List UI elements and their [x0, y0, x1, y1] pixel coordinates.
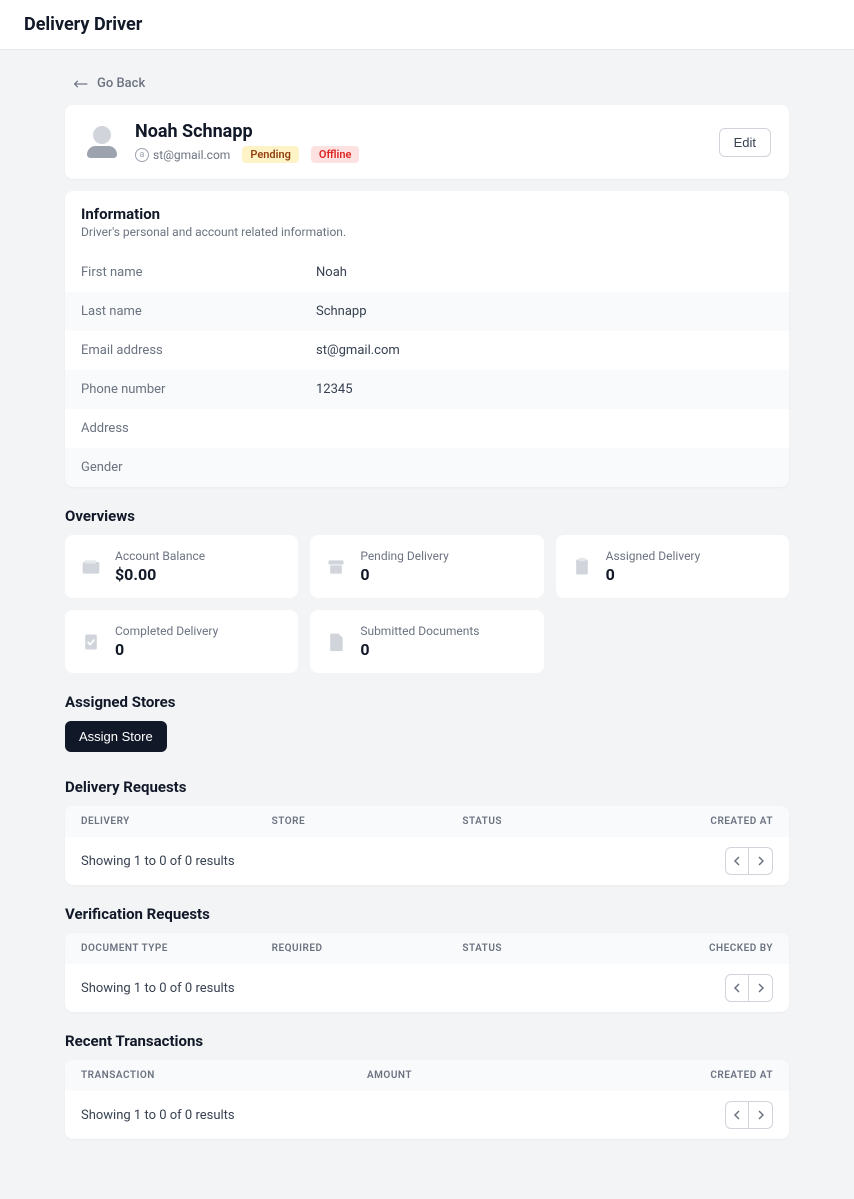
info-title: Information: [81, 205, 773, 223]
next-page-button[interactable]: [749, 847, 773, 875]
avatar: [83, 123, 121, 161]
table-column-header: DELIVERY: [81, 816, 272, 827]
assigned-stores-title: Assigned Stores: [65, 693, 789, 711]
chevron-right-icon: [757, 983, 765, 993]
profile-card: Noah Schnapp a st@gmail.com Pending Offl…: [65, 105, 789, 179]
overview-tile-label: Assigned Delivery: [606, 549, 701, 563]
info-row-value: Schnapp: [316, 304, 367, 319]
information-card: Information Driver's personal and accoun…: [65, 191, 789, 487]
overview-tile-label: Submitted Documents: [360, 624, 479, 638]
chevron-left-icon: [733, 856, 741, 866]
page-title: Delivery Driver: [24, 14, 830, 35]
recent-transactions-title: Recent Transactions: [65, 1032, 789, 1050]
info-row-label: Email address: [81, 343, 316, 358]
recent-transactions-pager: [725, 1101, 773, 1129]
overview-tile: Account Balance $0.00: [65, 535, 298, 598]
table-column-header: STATUS: [462, 816, 653, 827]
overview-tile-value: 0: [360, 640, 479, 659]
prev-page-button[interactable]: [725, 1101, 749, 1129]
clipboard-icon: [570, 555, 594, 579]
overview-tile: Submitted Documents 0: [310, 610, 543, 673]
table-column-header: DOCUMENT TYPE: [81, 943, 272, 954]
info-row-value: 12345: [316, 382, 353, 397]
delivery-requests-title: Delivery Requests: [65, 778, 789, 796]
overviews-title: Overviews: [65, 507, 789, 525]
chevron-right-icon: [757, 1110, 765, 1120]
verification-requests-showing: Showing 1 to 0 of 0 results: [81, 981, 235, 996]
at-icon: a: [135, 148, 149, 162]
next-page-button[interactable]: [749, 1101, 773, 1129]
table-column-header: CREATED AT: [653, 1070, 773, 1081]
prev-page-button[interactable]: [725, 974, 749, 1002]
document-icon: [324, 630, 348, 654]
verification-requests-table: DOCUMENT TYPEREQUIREDSTATUSCHECKED BY Sh…: [65, 933, 789, 1012]
overview-grid: Account Balance$0.00Pending Delivery0Ass…: [65, 535, 789, 673]
info-row-label: First name: [81, 265, 316, 280]
info-row-label: Last name: [81, 304, 316, 319]
info-row-value: Noah: [316, 265, 347, 280]
overview-tile-value: 0: [360, 565, 449, 584]
info-row-label: Phone number: [81, 382, 316, 397]
info-row: Email addressst@gmail.com: [65, 331, 789, 370]
info-row-label: Address: [81, 421, 316, 436]
overview-tile-label: Completed Delivery: [115, 624, 218, 638]
delivery-requests-showing: Showing 1 to 0 of 0 results: [81, 854, 235, 869]
info-row: Gender: [65, 448, 789, 487]
info-row: Address: [65, 409, 789, 448]
profile-email: st@gmail.com: [153, 148, 230, 162]
verification-requests-pager: [725, 974, 773, 1002]
profile-name: Noah Schnapp: [135, 121, 705, 142]
chevron-left-icon: [733, 1110, 741, 1120]
go-back-button[interactable]: Go Back: [65, 70, 153, 97]
info-row: Phone number12345: [65, 370, 789, 409]
edit-button[interactable]: Edit: [719, 128, 771, 157]
table-column-header: CHECKED BY: [653, 943, 773, 954]
verification-requests-title: Verification Requests: [65, 905, 789, 923]
overview-tile: Assigned Delivery 0: [556, 535, 789, 598]
overview-tile: Completed Delivery 0: [65, 610, 298, 673]
next-page-button[interactable]: [749, 974, 773, 1002]
delivery-requests-pager: [725, 847, 773, 875]
table-column-header: STATUS: [462, 943, 653, 954]
assign-store-button[interactable]: Assign Store: [65, 721, 167, 752]
arrow-left-icon: [73, 78, 89, 90]
overview-tile-value: $0.00: [115, 565, 205, 584]
go-back-label: Go Back: [97, 76, 145, 91]
chevron-right-icon: [757, 856, 765, 866]
info-row: Last nameSchnapp: [65, 292, 789, 331]
overview-tile-label: Account Balance: [115, 549, 205, 563]
info-subtitle: Driver's personal and account related in…: [81, 225, 773, 239]
recent-transactions-showing: Showing 1 to 0 of 0 results: [81, 1108, 235, 1123]
info-row: First nameNoah: [65, 253, 789, 292]
info-row-value: st@gmail.com: [316, 343, 400, 358]
wallet-icon: [79, 555, 103, 579]
delivery-requests-table: DELIVERYSTORESTATUSCREATED AT Showing 1 …: [65, 806, 789, 885]
status-badge: Pending: [242, 146, 299, 163]
table-column-header: CREATED AT: [653, 816, 773, 827]
check-clipboard-icon: [79, 630, 103, 654]
overview-tile-value: 0: [606, 565, 701, 584]
overview-tile-value: 0: [115, 640, 218, 659]
table-column-header: STORE: [272, 816, 463, 827]
prev-page-button[interactable]: [725, 847, 749, 875]
topbar: Delivery Driver: [0, 0, 854, 50]
recent-transactions-table: TRANSACTIONAMOUNTCREATED AT Showing 1 to…: [65, 1060, 789, 1139]
profile-email-wrap: a st@gmail.com: [135, 148, 230, 162]
table-column-header: AMOUNT: [367, 1070, 653, 1081]
chevron-left-icon: [733, 983, 741, 993]
table-column-header: TRANSACTION: [81, 1070, 367, 1081]
archive-icon: [324, 555, 348, 579]
overview-tile-label: Pending Delivery: [360, 549, 449, 563]
overview-tile: Pending Delivery 0: [310, 535, 543, 598]
info-row-label: Gender: [81, 460, 316, 475]
presence-badge: Offline: [311, 146, 360, 163]
table-column-header: REQUIRED: [272, 943, 463, 954]
